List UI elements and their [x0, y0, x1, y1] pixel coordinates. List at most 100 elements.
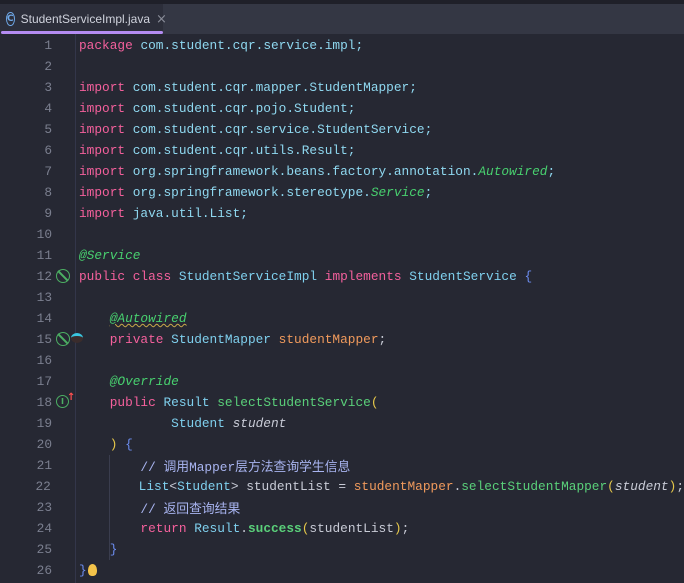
line-number: 14: [36, 311, 52, 326]
code-token: }: [79, 563, 87, 578]
code-token: import: [79, 80, 126, 95]
code-token: Result: [163, 395, 218, 410]
code-token: return: [79, 521, 195, 536]
code-line[interactable]: 22 List<Student> studentList = studentMa…: [0, 476, 684, 497]
code-line[interactable]: 14 @Autowired: [0, 308, 684, 329]
code-token: package: [79, 38, 133, 53]
code-token: (: [607, 479, 615, 494]
code-line[interactable]: 17 @Override: [0, 371, 684, 392]
code-token: Service: [370, 185, 425, 200]
code-line[interactable]: 11 @Service: [0, 245, 684, 266]
code-text: Student student: [79, 416, 286, 431]
code-line[interactable]: 25 }: [0, 539, 684, 560]
code-line[interactable]: 13: [0, 287, 684, 308]
code-text: import com.student.cqr.utils.Result;: [79, 143, 355, 158]
gutter: [52, 350, 79, 371]
line-number: 22: [35, 479, 51, 494]
gutter: [52, 161, 79, 182]
code-token: com.student.cqr.utils.Result;: [125, 143, 356, 158]
code-line[interactable]: 9 import java.util.List;: [0, 203, 684, 224]
code-line[interactable]: 6 import com.student.cqr.utils.Result;: [0, 140, 684, 161]
code-line[interactable]: 26}: [0, 560, 684, 581]
code-token: studentMapper: [353, 479, 454, 494]
code-line[interactable]: 8 import org.springframework.stereotype.S…: [0, 182, 684, 203]
code-token: StudentServiceImpl: [178, 269, 325, 284]
code-token: @Service: [79, 248, 141, 263]
line-number: 24: [36, 521, 52, 536]
code-token: > studentList =: [230, 479, 354, 494]
code-line[interactable]: 7 import org.springframework.beans.factor…: [0, 161, 684, 182]
gutter: [52, 35, 79, 56]
code-token: private: [79, 332, 172, 347]
code-text: List<Student> studentList = studentMappe…: [77, 479, 684, 494]
spring-bean-icon[interactable]: [56, 332, 70, 346]
gutter: [52, 455, 79, 476]
code-line[interactable]: 15 private StudentMapper studentMapper;: [0, 329, 684, 350]
gutter: [52, 245, 79, 266]
gutter: [52, 77, 79, 98]
code-line[interactable]: 24 return Result.success(studentList);: [0, 518, 684, 539]
code-text: import com.student.cqr.mapper.StudentMap…: [79, 80, 417, 95]
code-token: {: [117, 437, 133, 452]
line-number: 1: [44, 38, 52, 53]
line-number: 9: [44, 206, 52, 221]
line-number: 26: [36, 563, 52, 578]
gutter: [52, 539, 79, 560]
gutter: [52, 434, 79, 455]
code-token: ;: [401, 521, 410, 536]
code-token: com.student.cqr.pojo.Student;: [125, 101, 356, 116]
code-token: <: [169, 479, 178, 494]
code-line[interactable]: 3 import com.student.cqr.mapper.StudentMa…: [0, 77, 684, 98]
code-line[interactable]: 5 import com.student.cqr.service.StudentS…: [0, 119, 684, 140]
code-text: private StudentMapper studentMapper;: [79, 332, 387, 347]
line-number: 18: [36, 395, 52, 410]
code-text: import org.springframework.beans.factory…: [79, 164, 555, 179]
code-line[interactable]: 12 public class StudentServiceImpl implem…: [0, 266, 684, 287]
code-line[interactable]: 18 I ↑ public Result selectStudentService(: [0, 392, 684, 413]
close-icon[interactable]: ×: [156, 12, 167, 27]
code-token: studentMapper: [278, 332, 379, 347]
code-token: com.student.cqr.service.StudentService;: [125, 122, 433, 137]
code-line[interactable]: 20 ) {: [0, 434, 684, 455]
code-token: @Override: [109, 374, 179, 389]
line-number: 21: [36, 458, 52, 473]
spring-bean-icon[interactable]: [56, 269, 70, 283]
code-text: package com.student.cqr.service.impl;: [79, 38, 363, 53]
code-line[interactable]: 2: [0, 56, 684, 77]
line-number: 8: [44, 185, 52, 200]
editor-tab-bar: C StudentServiceImpl.java ×: [0, 4, 684, 34]
code-line[interactable]: 1 package com.student.cqr.service.impl;: [0, 35, 684, 56]
code-line[interactable]: 23 // 返回查询结果: [0, 497, 684, 518]
line-number: 17: [36, 374, 52, 389]
gutter: [52, 560, 79, 581]
gutter: [52, 266, 79, 287]
code-token: Autowired: [478, 164, 548, 179]
class-icon: C: [6, 12, 15, 26]
code-line[interactable]: 21 // 调用Mapper层方法查询学生信息: [0, 455, 684, 476]
code-line[interactable]: 10: [0, 224, 684, 245]
lightbulb-icon[interactable]: [87, 564, 97, 576]
line-number: 2: [44, 59, 52, 74]
code-token: selectStudentMapper: [461, 479, 608, 494]
code-token: org.springframework.stereotype.: [125, 185, 371, 200]
mybatis-mapper-icon[interactable]: [71, 333, 83, 343]
code-text: public class StudentServiceImpl implemen…: [79, 269, 532, 284]
line-number: 16: [36, 353, 52, 368]
code-text: import java.util.List;: [79, 206, 248, 221]
code-line[interactable]: 4 import com.student.cqr.pojo.Student;: [0, 98, 684, 119]
code-line[interactable]: 19 Student student: [0, 413, 684, 434]
code-text: @Autowired: [79, 311, 187, 326]
code-editor[interactable]: 1 package com.student.cqr.service.impl; 2 3…: [0, 34, 684, 583]
gutter: [52, 308, 79, 329]
gutter: [52, 518, 79, 539]
gutter: [51, 476, 77, 497]
code-token: import: [79, 185, 126, 200]
gutter: [52, 287, 79, 308]
code-token: ;: [424, 185, 433, 200]
code-text: import org.springframework.stereotype.Se…: [79, 185, 432, 200]
gutter: [52, 497, 79, 518]
code-text: @Override: [79, 374, 179, 389]
code-line[interactable]: 16: [0, 350, 684, 371]
tab-student-service-impl[interactable]: C StudentServiceImpl.java ×: [0, 4, 167, 34]
